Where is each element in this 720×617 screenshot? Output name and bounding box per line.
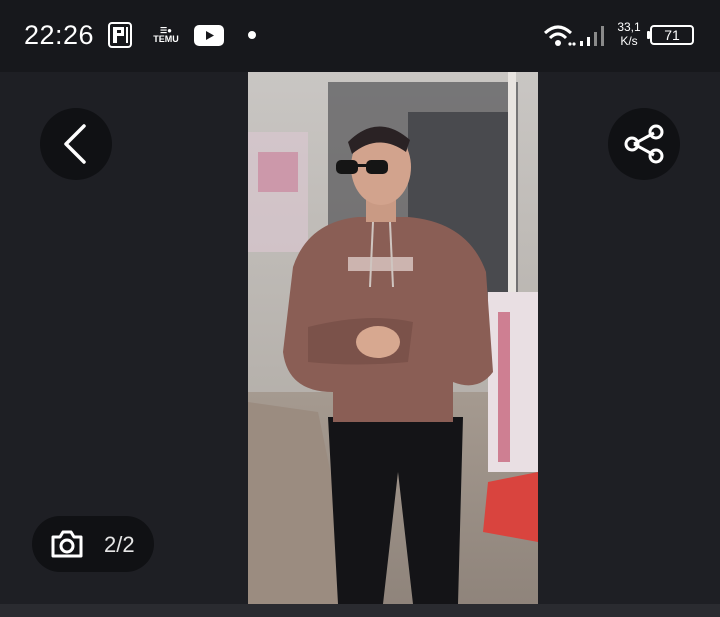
network-speed: 33,1 K/s (617, 20, 641, 48)
share-button[interactable] (608, 108, 680, 180)
image-counter: 2/2 (104, 532, 135, 557)
signal-strength-icon (580, 26, 604, 46)
image-counter-pill[interactable]: 2/2 (32, 516, 154, 572)
status-bar: 22:26 ☰● TEMU 33,1 K/s 71 (0, 0, 720, 72)
bottom-strip (0, 604, 720, 617)
camera-icon (51, 530, 83, 558)
battery-indicator: 71 (647, 25, 694, 45)
back-button[interactable] (40, 108, 112, 180)
status-time: 22:26 (24, 20, 95, 50)
youtube-icon (194, 25, 224, 46)
product-photo[interactable] (248, 72, 538, 604)
parking-app-icon (108, 22, 132, 48)
share-icon (624, 124, 664, 164)
notification-dot-icon (248, 31, 256, 39)
temu-app-icon: ☰● TEMU (153, 26, 179, 44)
wifi-icon (543, 25, 576, 46)
photo-content (248, 72, 538, 604)
battery-level: 71 (664, 27, 680, 43)
chevron-left-icon (64, 124, 86, 164)
